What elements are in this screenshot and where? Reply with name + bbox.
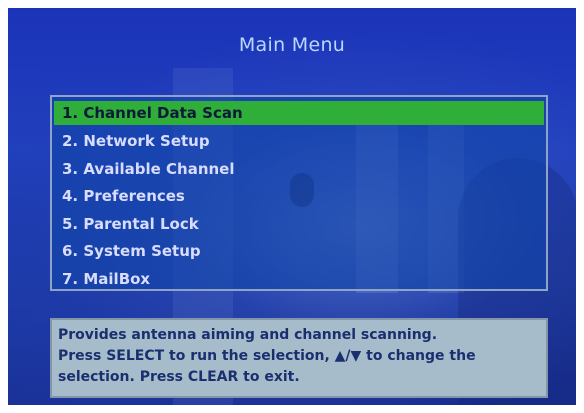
menu-item-preferences[interactable]: 4. Preferences (54, 183, 544, 211)
main-menu-list: 1. Channel Data Scan 2. Network Setup 3.… (54, 101, 544, 293)
menu-item-available-channel[interactable]: 3. Available Channel (54, 156, 544, 184)
menu-item-parental-lock[interactable]: 5. Parental Lock (54, 211, 544, 239)
help-text-panel: Provides antenna aiming and channel scan… (50, 318, 548, 398)
menu-item-channel-data-scan[interactable]: 1. Channel Data Scan (54, 101, 544, 125)
help-line: Provides antenna aiming and channel scan… (58, 327, 438, 343)
menu-item-mailbox[interactable]: 7. MailBox (54, 266, 544, 294)
menu-item-network-setup[interactable]: 2. Network Setup (54, 128, 544, 156)
menu-item-system-setup[interactable]: 6. System Setup (54, 238, 544, 266)
page-title: Main Menu (238, 34, 346, 56)
help-line: Press SELECT to run the selection, ▲/▼ t… (58, 348, 476, 364)
help-line: selection. Press CLEAR to exit. (58, 369, 300, 385)
tv-screen: Main Menu 1. Channel Data Scan 2. Networ… (8, 8, 576, 405)
main-menu-panel: 1. Channel Data Scan 2. Network Setup 3.… (50, 95, 548, 291)
